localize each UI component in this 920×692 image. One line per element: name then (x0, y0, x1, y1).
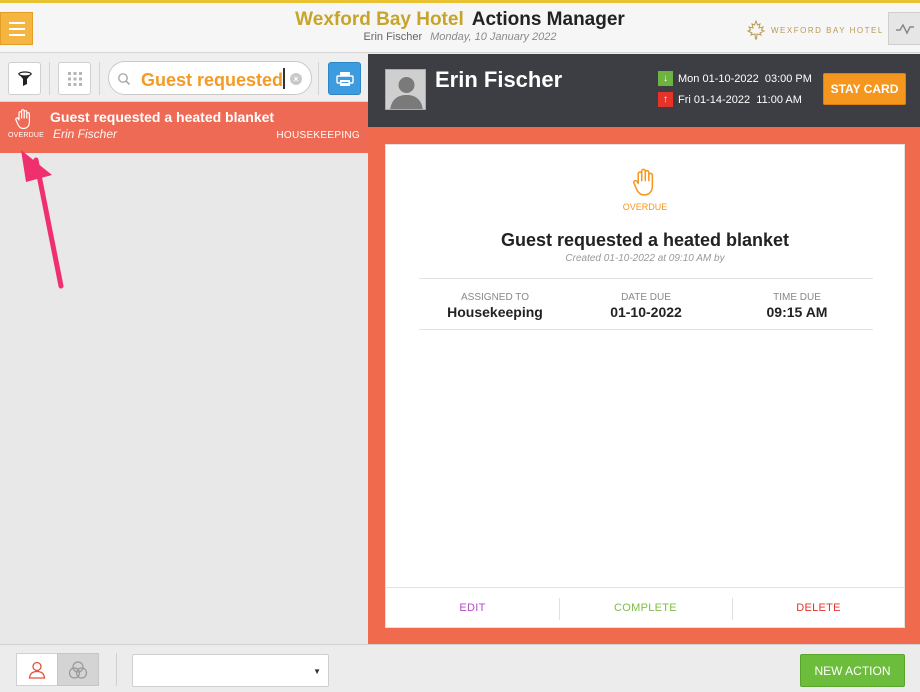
avatar (385, 69, 426, 110)
arrival-text: Mon 01-10-2022 03:00 PM (678, 72, 812, 85)
action-guest: Erin Fischer (53, 127, 118, 141)
current-user: Erin Fischer (363, 31, 423, 43)
guest-header: Erin Fischer ↓ Mon 01-10-2022 03:00 PM ↑… (368, 54, 920, 127)
toolbar-divider (49, 62, 50, 95)
new-action-button[interactable]: NEW ACTION (800, 654, 905, 687)
date-due-value: 01-10-2022 (610, 304, 682, 320)
maple-leaf-icon (746, 20, 766, 40)
departure-arrow-icon: ↑ (658, 92, 673, 107)
bottom-bar: ▼ NEW ACTION (0, 644, 920, 692)
stay-card-button[interactable]: STAY CARD (823, 73, 906, 105)
single-guest-toggle[interactable] (16, 653, 58, 686)
raised-hand-icon (633, 168, 654, 196)
action-title: Guest requested a heated blanket (50, 109, 275, 125)
time-due: TIME DUE 09:15 AM (721, 292, 873, 320)
detail-actions: EDIT COMPLETE DELETE (386, 587, 904, 627)
detail-title: Guest requested a heated blanket (500, 230, 790, 250)
activity-button[interactable] (888, 12, 920, 45)
filter-dropdown[interactable]: ▼ (132, 654, 329, 687)
status-badge: OVERDUE (8, 132, 45, 139)
group-circles-icon (68, 660, 88, 679)
filter-icon (17, 70, 32, 86)
hotel-name: Wexford Bay Hotel (295, 9, 464, 30)
assigned-value: Housekeeping (447, 304, 543, 320)
pulse-icon (895, 22, 914, 35)
print-button[interactable] (328, 62, 361, 95)
guest-name: Erin Fischer (435, 67, 563, 92)
time-due-label: TIME DUE (773, 292, 821, 303)
brand-logo: WEXFORD BAY HOTEL (746, 20, 884, 40)
date-due-label: DATE DUE (621, 292, 671, 303)
filter-button[interactable] (8, 62, 41, 95)
printer-icon (335, 71, 354, 86)
search-icon (118, 73, 131, 86)
action-detail-panel: OVERDUE Guest requested a heated blanket… (368, 127, 920, 644)
text-cursor (283, 68, 286, 89)
current-date: Monday, 10 January 2022 (430, 31, 557, 43)
departure-date: ↑ Fri 01-14-2022 11:00 AM (658, 92, 802, 107)
raised-hand-icon (15, 109, 30, 130)
action-detail-card: OVERDUE Guest requested a heated blanket… (385, 144, 905, 628)
app-name: Actions Manager (471, 9, 625, 30)
time-due-value: 09:15 AM (766, 304, 828, 320)
actions-list-panel: Guest requested × OVERDUE Guest requeste… (0, 54, 368, 644)
bottom-divider (116, 653, 117, 686)
grid-icon (67, 71, 82, 86)
clear-search-icon[interactable]: × (290, 73, 302, 85)
top-header: Wexford Bay Hotel Actions Manager Erin Fi… (0, 0, 920, 53)
detail-created: Created 01-10-2022 at 09:10 AM by (565, 253, 725, 264)
search-value: Guest requested (141, 68, 286, 90)
chevron-down-icon: ▼ (313, 667, 321, 676)
app: Wexford Bay Hotel Actions Manager Erin Fi… (0, 0, 920, 692)
complete-button[interactable]: COMPLETE (559, 588, 732, 628)
edit-button[interactable]: EDIT (386, 588, 559, 628)
delete-button[interactable]: DELETE (732, 588, 905, 628)
search-input[interactable]: Guest requested × (108, 61, 312, 95)
person-icon (28, 661, 46, 679)
date-due: DATE DUE 01-10-2022 (571, 292, 721, 320)
toolbar-divider (99, 62, 100, 95)
list-item[interactable]: OVERDUE Guest requested a heated blanket… (0, 102, 368, 153)
arrival-arrow-icon: ↓ (658, 71, 673, 86)
arrival-date: ↓ Mon 01-10-2022 03:00 PM (658, 71, 812, 86)
toolbar-divider (318, 62, 319, 95)
list-toolbar: Guest requested × (0, 54, 368, 102)
detail-info-row: ASSIGNED TO Housekeeping DATE DUE 01-10-… (419, 278, 873, 330)
action-department: HOUSEKEEPING (276, 130, 360, 141)
person-silhouette-icon (386, 70, 425, 109)
departure-text: Fri 01-14-2022 11:00 AM (678, 93, 802, 106)
brand-text: WEXFORD BAY HOTEL (771, 25, 884, 35)
assigned-to: ASSIGNED TO Housekeeping (419, 292, 571, 320)
assigned-label: ASSIGNED TO (461, 292, 529, 303)
grid-view-button[interactable] (58, 62, 91, 95)
group-toggle[interactable] (57, 653, 99, 686)
detail-status: OVERDUE (622, 202, 668, 212)
